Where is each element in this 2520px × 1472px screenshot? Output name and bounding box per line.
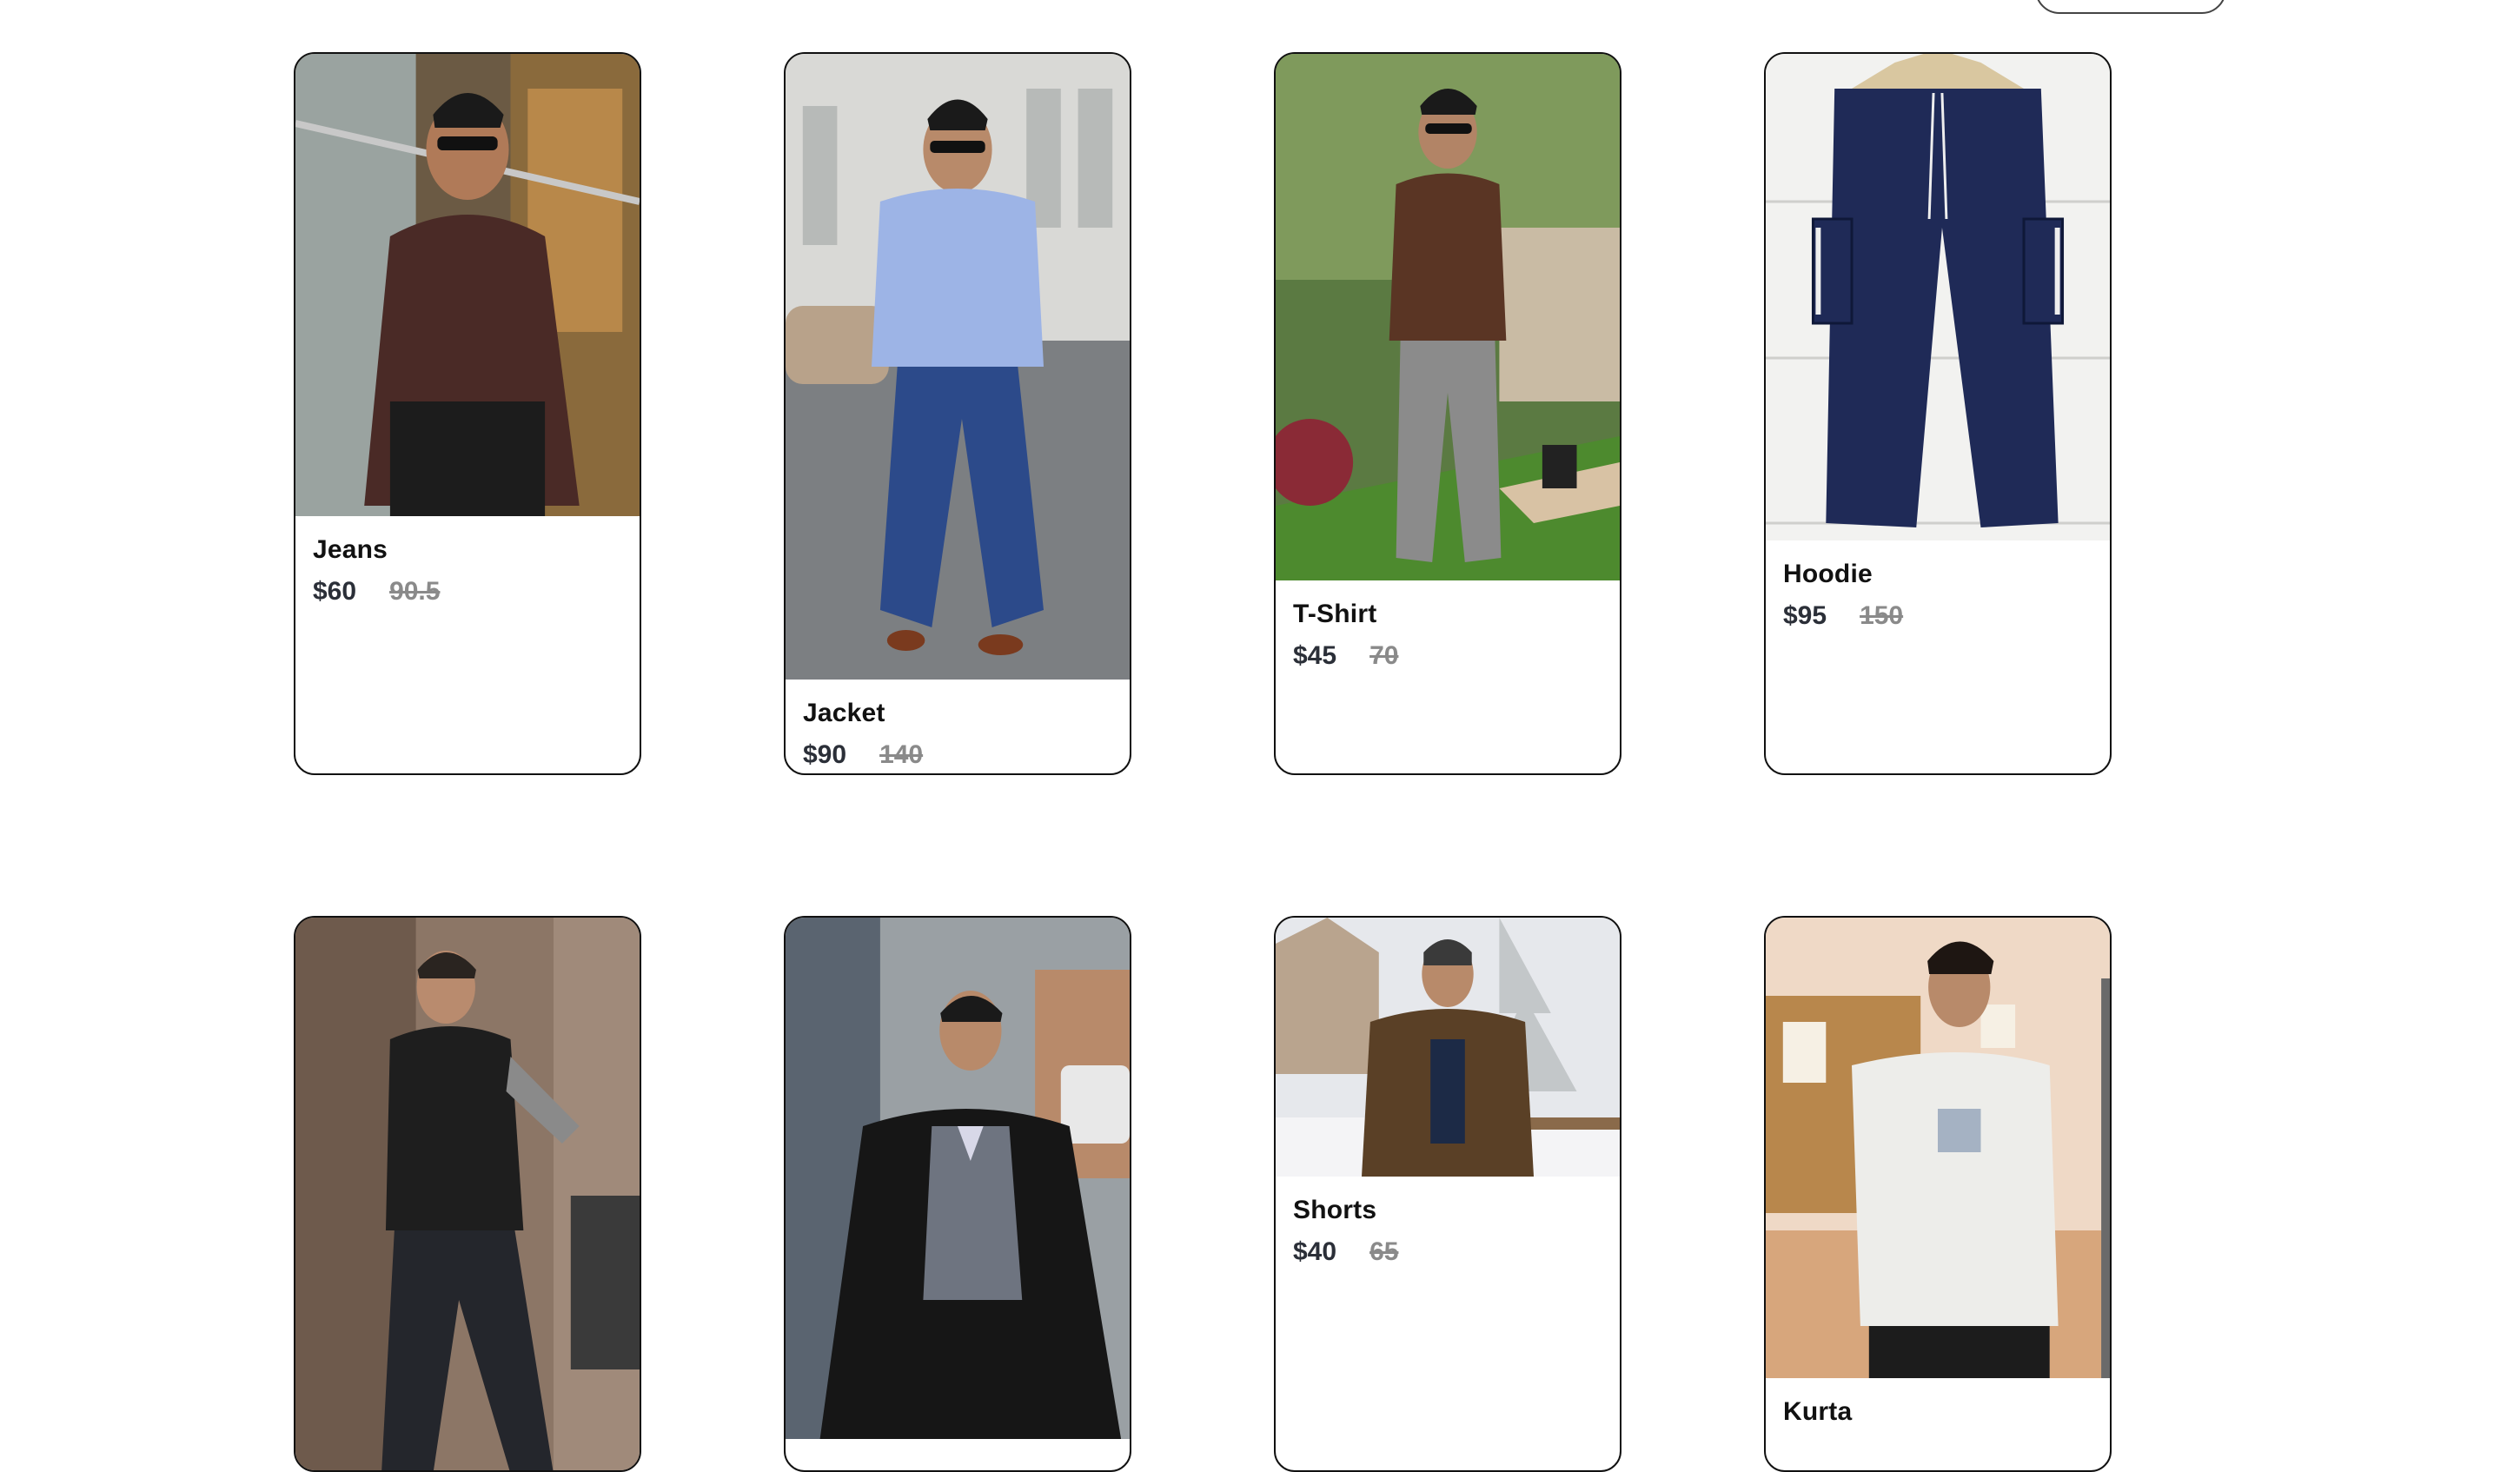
product-image bbox=[1766, 54, 2110, 540]
product-image bbox=[1276, 918, 1620, 1177]
product-card-hoodie[interactable]: Hoodie $95 150 bbox=[1764, 52, 2112, 775]
product-price: $40 bbox=[1293, 1237, 1337, 1266]
product-name: Kurta bbox=[1783, 1397, 1853, 1426]
product-original-price: 150 bbox=[1860, 601, 1904, 630]
product-image bbox=[786, 54, 1130, 680]
product-price: $60 bbox=[313, 577, 357, 606]
top-button[interactable] bbox=[2035, 0, 2226, 14]
product-original-price: 140 bbox=[879, 740, 924, 769]
product-image bbox=[295, 918, 640, 1470]
product-price: $90 bbox=[803, 740, 847, 769]
product-card-kurta[interactable]: Kurta bbox=[1764, 916, 2112, 1472]
product-card-coat[interactable] bbox=[784, 916, 1131, 1472]
product-card-jacket[interactable]: Jacket $90 140 bbox=[784, 52, 1131, 775]
product-name: Jacket bbox=[803, 699, 885, 727]
product-card-jeans[interactable]: Jeans $60 90.5 bbox=[294, 52, 641, 775]
product-name: T-Shirt bbox=[1293, 600, 1377, 628]
product-card-tshirt[interactable]: T-Shirt $45 70 bbox=[1274, 52, 1621, 775]
product-original-price: 65 bbox=[1369, 1237, 1399, 1266]
product-price: $95 bbox=[1783, 601, 1827, 630]
product-name: Hoodie bbox=[1783, 560, 1873, 588]
product-original-price: 70 bbox=[1369, 641, 1399, 670]
product-price: $45 bbox=[1293, 641, 1337, 670]
product-original-price: 90.5 bbox=[389, 577, 441, 606]
product-image bbox=[1766, 918, 2110, 1378]
product-card-shorts[interactable]: Shorts $40 65 bbox=[1274, 916, 1621, 1472]
product-card-vest[interactable] bbox=[294, 916, 641, 1472]
product-image bbox=[295, 54, 640, 516]
product-image bbox=[1276, 54, 1620, 580]
product-name: Shorts bbox=[1293, 1196, 1377, 1224]
product-name: Jeans bbox=[313, 535, 388, 564]
product-image bbox=[786, 918, 1130, 1439]
